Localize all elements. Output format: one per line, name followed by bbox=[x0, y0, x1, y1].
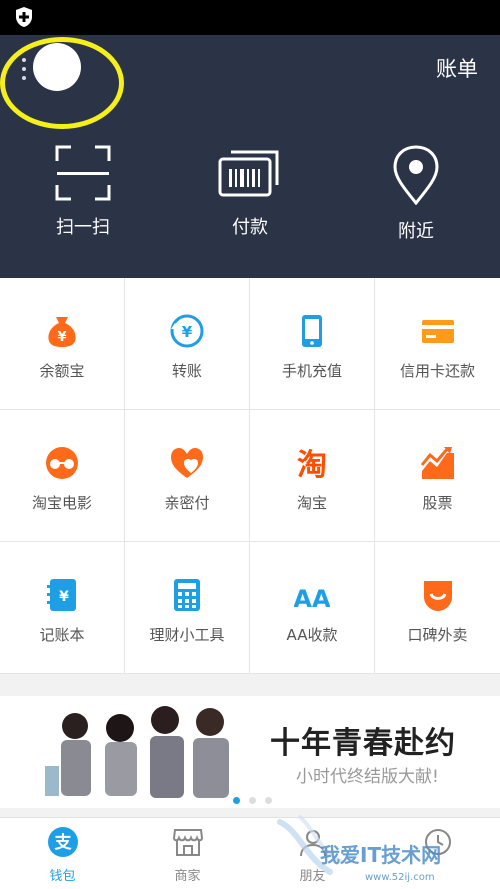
watermark-logo: 我爱IT技术网 www.52ij.com bbox=[277, 815, 441, 883]
grid-item-aa-collect[interactable]: AA AA收款 bbox=[250, 542, 375, 674]
svg-text:¥: ¥ bbox=[182, 323, 193, 341]
scan-icon bbox=[55, 145, 111, 201]
transfer-icon: ¥ bbox=[170, 314, 204, 348]
grid-item-phone-recharge[interactable]: 手机充值 bbox=[250, 278, 375, 410]
store-icon bbox=[172, 829, 203, 856]
grid-item-label: 转账 bbox=[171, 362, 202, 380]
location-pin-icon bbox=[393, 145, 439, 205]
scan-button[interactable]: 扫一扫 bbox=[28, 145, 138, 239]
tab-merchant[interactable]: 商家 bbox=[125, 826, 250, 884]
carousel-indicator bbox=[233, 789, 281, 808]
grid-item-label: 淘宝电影 bbox=[31, 494, 92, 512]
money-bag-icon: ¥ bbox=[48, 317, 76, 347]
promo-banner[interactable]: 十年青春赴约 小时代终结版大献! bbox=[0, 696, 500, 808]
grid-item-label: 理财小工具 bbox=[149, 626, 225, 644]
carousel-dot[interactable] bbox=[265, 797, 272, 804]
grid-item-intimate-pay[interactable]: 亲密付 bbox=[125, 410, 250, 542]
grid-item-taobao[interactable]: 淘 淘宝 bbox=[250, 410, 375, 542]
pay-label: 付款 bbox=[232, 217, 268, 238]
grid-item-label: 亲密付 bbox=[164, 494, 210, 512]
wallet-icon: 支 bbox=[47, 827, 78, 857]
tab-merchant-label: 商家 bbox=[174, 869, 201, 884]
bill-button[interactable]: 账单 bbox=[436, 53, 478, 83]
grid-item-label: 信用卡还款 bbox=[399, 362, 475, 380]
grid-item-label: 记账本 bbox=[39, 626, 85, 644]
grid-item-label: 口碑外卖 bbox=[407, 626, 468, 644]
credit-card-icon bbox=[421, 320, 454, 343]
aa-icon: AA bbox=[294, 585, 330, 613]
grid-item-stocks[interactable]: 股票 bbox=[375, 410, 500, 542]
tab-wallet[interactable]: 支 钱包 bbox=[0, 826, 125, 884]
banner-subtitle: 小时代终结版大献! bbox=[296, 767, 439, 787]
scan-label: 扫一扫 bbox=[56, 217, 110, 238]
grid-item-label: AA收款 bbox=[286, 626, 338, 644]
grid-item-koubei-takeaway[interactable]: 口碑外卖 bbox=[375, 542, 500, 674]
svg-text:支: 支 bbox=[54, 832, 72, 853]
movie-glasses-icon bbox=[46, 447, 78, 479]
account-book-icon: ¥ bbox=[47, 579, 76, 611]
shield-icon bbox=[16, 7, 32, 27]
grid-item-yuebao[interactable]: ¥ 余额宝 bbox=[0, 278, 125, 410]
nearby-button[interactable]: 附近 bbox=[361, 145, 471, 243]
grid-item-finance-tools[interactable]: 理财小工具 bbox=[125, 542, 250, 674]
grid-item-label: 余额宝 bbox=[39, 362, 85, 380]
banner-title: 十年青春赴约 bbox=[270, 726, 456, 761]
nearby-label: 附近 bbox=[398, 221, 434, 242]
watermark-text: 我爱IT技术网 bbox=[320, 843, 441, 867]
grid-item-taobao-movie[interactable]: 淘宝电影 bbox=[0, 410, 125, 542]
svg-text:淘: 淘 bbox=[297, 448, 327, 481]
grid-item-transfer[interactable]: ¥ 转账 bbox=[125, 278, 250, 410]
svg-text:¥: ¥ bbox=[59, 589, 69, 605]
tab-wallet-label: 钱包 bbox=[49, 869, 76, 884]
stock-chart-icon bbox=[420, 447, 454, 479]
grid-item-credit-card[interactable]: 信用卡还款 bbox=[375, 278, 500, 410]
taobao-icon: 淘 bbox=[297, 448, 327, 481]
status-bar bbox=[0, 0, 500, 35]
grid-item-account-book[interactable]: ¥ 记账本 bbox=[0, 542, 125, 674]
hearts-icon bbox=[171, 448, 203, 478]
pay-button[interactable]: 付款 bbox=[195, 145, 305, 239]
payment-code-icon bbox=[218, 150, 279, 197]
svg-text:¥: ¥ bbox=[57, 330, 66, 345]
takeaway-icon bbox=[423, 581, 452, 611]
grid-item-label: 手机充值 bbox=[281, 362, 342, 380]
grid-item-label: 淘宝 bbox=[296, 494, 327, 512]
phone-recharge-icon bbox=[302, 315, 322, 347]
service-grid: ¥ 余额宝 ¥ 转账 手机充值 信用卡还款 淘宝电影 亲密付 淘 淘宝 股票 ¥… bbox=[0, 278, 500, 674]
calculator-icon bbox=[174, 579, 200, 611]
carousel-dot[interactable] bbox=[233, 797, 240, 804]
watermark-url: www.52ij.com bbox=[365, 872, 435, 883]
svg-text:AA: AA bbox=[294, 585, 330, 613]
grid-item-label: 股票 bbox=[422, 494, 453, 512]
highlight-annotation bbox=[0, 37, 124, 129]
carousel-dot[interactable] bbox=[249, 797, 256, 804]
